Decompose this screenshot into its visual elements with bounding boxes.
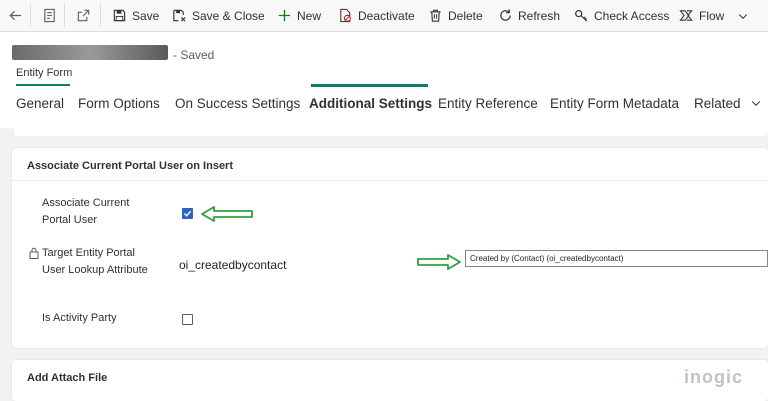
section-title: Add Attach File: [27, 372, 108, 384]
delete-button[interactable]: Delete: [428, 0, 483, 31]
check-access-label: Check Access: [594, 8, 670, 23]
new-label: New: [297, 8, 322, 23]
target-attribute-lookup-field[interactable]: Created by (Contact) (oi_createdbycontac…: [465, 250, 768, 267]
record-name-redacted: [12, 45, 168, 60]
tab-on-success-settings[interactable]: On Success Settings: [175, 96, 300, 111]
save-close-label: Save & Close: [192, 8, 265, 23]
refresh-label: Refresh: [518, 8, 561, 23]
chevron-down-icon: [739, 13, 748, 19]
annotation-arrow-right-icon: [417, 254, 461, 270]
form-view-button[interactable]: [42, 0, 57, 31]
label-line: Associate Current: [42, 197, 130, 209]
associate-portal-user-section: Associate Current Portal User on Insert …: [12, 148, 768, 348]
deactivate-button[interactable]: Deactivate: [338, 0, 415, 31]
section-divider: [12, 180, 768, 181]
save-label: Save: [132, 8, 160, 23]
trash-icon: [430, 9, 441, 22]
previous-section-bottom: [14, 128, 768, 136]
delete-label: Delete: [448, 8, 483, 23]
deactivate-icon: [340, 8, 351, 23]
refresh-icon: [500, 9, 511, 21]
entity-type-label: Entity Form: [16, 67, 73, 79]
deactivate-label: Deactivate: [358, 8, 415, 23]
form-icon: [44, 8, 55, 23]
save-button[interactable]: Save: [112, 0, 159, 31]
label-line: Portal User: [42, 214, 98, 226]
check-access-button[interactable]: Check Access: [574, 0, 669, 31]
tab-list: General Form Options On Success Settings…: [0, 92, 768, 128]
open-in-new-window-icon: [77, 9, 90, 22]
inogic-watermark: inogic: [684, 367, 743, 387]
is-activity-party-checkbox[interactable]: [182, 314, 193, 325]
save-and-close-button[interactable]: Save & Close: [172, 0, 265, 31]
tab-general[interactable]: General: [16, 96, 64, 111]
chevron-down-icon: [752, 101, 761, 106]
save-icon: [113, 9, 126, 22]
plus-icon: [278, 9, 291, 22]
entity-type-underline: [16, 84, 70, 86]
tab-additional-settings[interactable]: Additional Settings: [309, 96, 432, 111]
new-button[interactable]: New: [277, 0, 321, 31]
annotation-arrow-left-icon: [201, 206, 253, 222]
section-title: Associate Current Portal User on Insert: [27, 160, 234, 172]
tab-entity-form-metadata[interactable]: Entity Form Metadata: [550, 96, 679, 111]
form-header: - Saved Entity Form General Form Options…: [0, 32, 768, 128]
checkmark-icon: [183, 210, 192, 217]
active-tab-indicator: [311, 84, 428, 87]
refresh-button[interactable]: Refresh: [498, 0, 560, 31]
associate-current-portal-user-checkbox[interactable]: [182, 208, 193, 219]
associate-current-portal-user-label: Associate Current Portal User: [42, 195, 129, 229]
target-attribute-value: oi_createdbycontact: [179, 258, 287, 272]
label-line: User Lookup Attribute: [42, 264, 148, 276]
lock-icon: [29, 247, 39, 259]
flow-label: Flow: [699, 8, 725, 23]
command-bar: Save Save & Close New Deactivate Delete …: [0, 0, 768, 32]
label-line: Target Entity Portal: [42, 247, 135, 259]
is-activity-party-label: Is Activity Party: [42, 312, 117, 324]
target-entity-portal-user-lookup-label: Target Entity Portal User Lookup Attribu…: [42, 245, 148, 279]
key-icon: [575, 10, 588, 22]
flow-icon: [679, 10, 693, 21]
flow-button[interactable]: Flow: [679, 0, 749, 31]
back-arrow-icon: [9, 10, 22, 21]
tab-related[interactable]: Related: [694, 96, 762, 111]
save-status: - Saved: [173, 48, 215, 62]
add-attach-file-section: Add Attach File: [12, 360, 768, 401]
tab-form-options[interactable]: Form Options: [78, 96, 160, 111]
open-new-window-button[interactable]: [76, 0, 91, 31]
tab-related-label: Related: [694, 96, 741, 111]
tab-entity-reference[interactable]: Entity Reference: [438, 96, 538, 111]
back-button[interactable]: [8, 0, 23, 31]
save-close-icon: [173, 9, 186, 22]
